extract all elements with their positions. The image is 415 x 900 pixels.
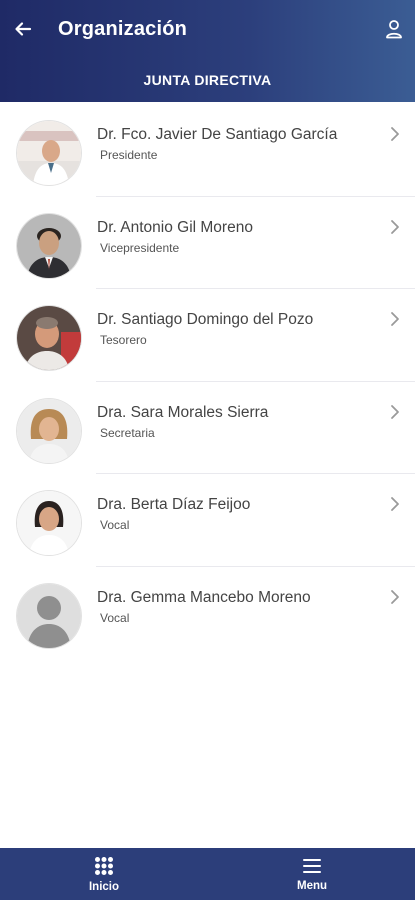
list-item[interactable]: Dr. Fco. Javier De Santiago García Presi… [0,104,415,197]
arrow-left-icon [15,22,32,36]
chevron-right-icon [391,312,399,326]
hamburger-icon [303,858,321,873]
section-title: JUNTA DIRECTIVA [143,72,272,88]
chevron-right-icon [391,589,399,604]
member-name: Dr. Antonio Gil Moreno [97,218,253,236]
back-button[interactable] [10,16,36,42]
avatar [17,121,81,185]
tab-inicio-label: Inicio [88,880,120,893]
profile-button[interactable] [381,16,407,42]
tab-menu-label: Menu [296,879,328,892]
chevron-right-icon [391,219,399,234]
member-role: Presidente [100,148,158,162]
user-icon [386,20,402,39]
chevron-right-icon [391,404,399,419]
tab-menu[interactable]: Menu [252,848,372,900]
page-title: Organización [58,18,188,40]
member-name: Dr. Fco. Javier De Santiago García [97,126,338,143]
bottom-nav: Inicio Menu [0,848,415,900]
member-list: Dr. Fco. Javier De Santiago García Presi… [0,104,415,659]
avatar [17,583,81,648]
list-item[interactable]: Dr. Antonio Gil Moreno Vicepresidente [0,197,415,289]
tab-inicio[interactable]: Inicio [44,848,164,900]
list-item[interactable]: Dra. Sara Morales Sierra Secretaria [0,382,415,474]
member-role: Vocal [100,518,130,532]
avatar [17,491,81,555]
chevron-right-icon [391,497,399,511]
avatar [17,213,81,278]
avatar [17,398,81,463]
app-header: Organización JUNTA DIRECTIVA [0,0,415,102]
member-name: Dra. Sara Morales Sierra [97,403,269,421]
member-role: Vicepresidente [100,240,180,255]
chevron-right-icon [391,127,399,141]
member-name: Dra. Berta Díaz Feijoo [97,496,251,513]
avatar [17,306,81,370]
member-name: Dra. Gemma Mancebo Moreno [97,588,311,606]
list-item[interactable]: Dra. Gemma Mancebo Moreno Vocal [0,567,415,660]
member-name: Dr. Santiago Domingo del Pozo [97,311,314,328]
member-role: Tesorero [100,333,147,347]
list-item[interactable]: Dr. Santiago Domingo del Pozo Tesorero [0,289,415,382]
list-item[interactable]: Dra. Berta Díaz Feijoo Vocal [0,474,415,567]
member-role: Secretaria [100,425,155,440]
member-role: Vocal [100,610,130,625]
grid-icon [95,856,113,875]
